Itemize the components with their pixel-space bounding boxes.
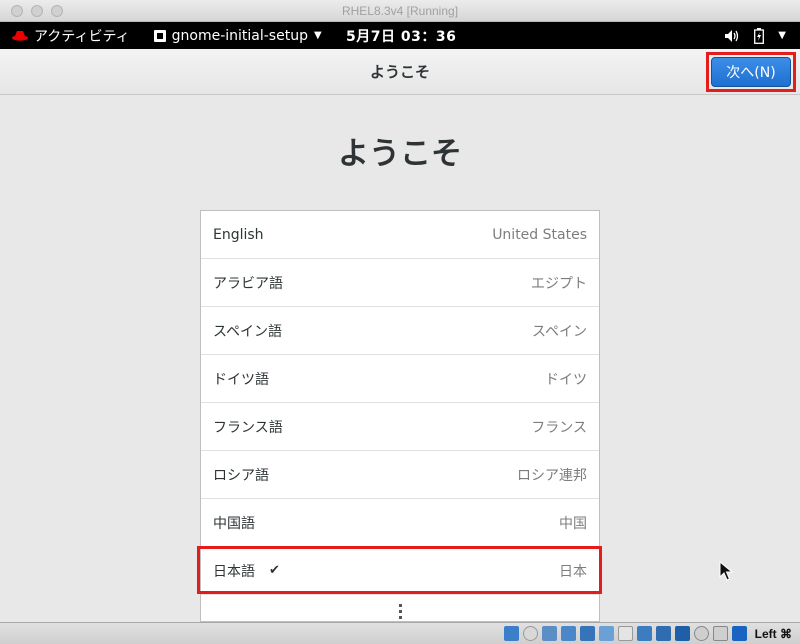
- mouse-integration-icon[interactable]: [693, 626, 709, 641]
- zoom-window-button[interactable]: [51, 4, 63, 17]
- language-name: 日本語: [213, 563, 255, 580]
- language-name: スペイン語: [213, 323, 283, 340]
- window-controls: [0, 4, 63, 17]
- next-button-highlight: 次へ(N): [706, 52, 796, 92]
- video-capture-icon[interactable]: [636, 626, 652, 641]
- battery-charging-icon: [754, 27, 765, 44]
- host-key-icon[interactable]: [731, 626, 747, 641]
- language-row-arabic[interactable]: アラビア語 エジプト: [201, 259, 599, 307]
- next-button[interactable]: 次へ(N): [711, 57, 791, 87]
- host-key-label: Left ⌘: [754, 626, 792, 641]
- language-row-german[interactable]: ドイツ語 ドイツ: [201, 355, 599, 403]
- volume-icon: [725, 29, 739, 42]
- chevron-down-icon: ▼: [313, 30, 322, 41]
- language-name: ロシア語: [213, 467, 269, 484]
- language-row-japanese[interactable]: 日本語 ✔ 日本: [201, 547, 599, 595]
- language-row-french[interactable]: フランス語 フランス: [201, 403, 599, 451]
- language-name-selected: 日本語 ✔: [213, 561, 280, 581]
- activities-label: アクティビティ: [34, 28, 130, 45]
- keyboard-capture-icon[interactable]: [712, 626, 728, 641]
- language-region: 日本: [559, 563, 587, 580]
- shared-folders-icon[interactable]: [598, 626, 614, 641]
- vbox-status-bar: Left ⌘: [0, 622, 800, 644]
- language-region: フランス: [531, 419, 587, 436]
- activities-button[interactable]: アクティビティ: [0, 26, 130, 46]
- more-vertical-icon: [398, 603, 402, 619]
- recording-icon[interactable]: [655, 626, 671, 641]
- window-titlebar: RHEL8.3v4 [Running]: [0, 0, 800, 22]
- language-row-chinese[interactable]: 中国語 中国: [201, 499, 599, 547]
- app-menu-label: gnome-initial-setup: [171, 27, 308, 44]
- language-name: フランス語: [213, 419, 283, 436]
- clock[interactable]: 5月7日 03：36: [346, 26, 456, 46]
- checkmark-icon: ✔: [269, 563, 280, 578]
- minimize-window-button[interactable]: [31, 4, 43, 17]
- close-window-button[interactable]: [11, 4, 23, 17]
- more-languages-button[interactable]: [201, 595, 599, 621]
- system-menu[interactable]: ▼: [724, 27, 786, 44]
- language-name: アラビア語: [213, 275, 283, 292]
- network-icon[interactable]: [560, 626, 576, 641]
- cpu-icon[interactable]: [674, 626, 690, 641]
- language-row-spanish[interactable]: スペイン語 スペイン: [201, 307, 599, 355]
- language-name: ドイツ語: [213, 371, 269, 388]
- app-icon: [153, 29, 166, 42]
- language-name: 中国語: [213, 515, 255, 532]
- language-region: スペイン: [531, 323, 587, 340]
- app-menu[interactable]: gnome-initial-setup ▼: [153, 27, 322, 44]
- header-title: ようこそ: [369, 63, 430, 81]
- language-region: United States: [492, 226, 587, 243]
- language-name: English: [213, 226, 264, 243]
- mouse-pointer-icon: [719, 561, 733, 581]
- display-icon[interactable]: [617, 626, 633, 641]
- language-region: エジプト: [531, 275, 587, 292]
- gnome-top-bar: アクティビティ gnome-initial-setup ▼ 5月7日 03：36…: [0, 22, 800, 49]
- language-row-russian[interactable]: ロシア語 ロシア連邦: [201, 451, 599, 499]
- optical-drive-icon[interactable]: [522, 626, 538, 641]
- hard-disk-icon[interactable]: [503, 626, 519, 641]
- window-title: RHEL8.3v4 [Running]: [341, 3, 459, 18]
- page-title: ようこそ: [338, 136, 462, 172]
- chevron-down-icon: ▼: [778, 30, 786, 41]
- usb-icon[interactable]: [579, 626, 595, 641]
- language-region: ドイツ: [545, 371, 587, 388]
- header-bar: ようこそ 次へ(N): [0, 49, 800, 95]
- audio-icon[interactable]: [541, 626, 557, 641]
- language-region: ロシア連邦: [517, 467, 587, 484]
- language-list[interactable]: English United States アラビア語 エジプト スペイン語 ス…: [200, 210, 600, 622]
- language-region: 中国: [559, 515, 587, 532]
- redhat-logo-icon: [12, 30, 28, 41]
- language-row-english[interactable]: English United States: [201, 211, 599, 259]
